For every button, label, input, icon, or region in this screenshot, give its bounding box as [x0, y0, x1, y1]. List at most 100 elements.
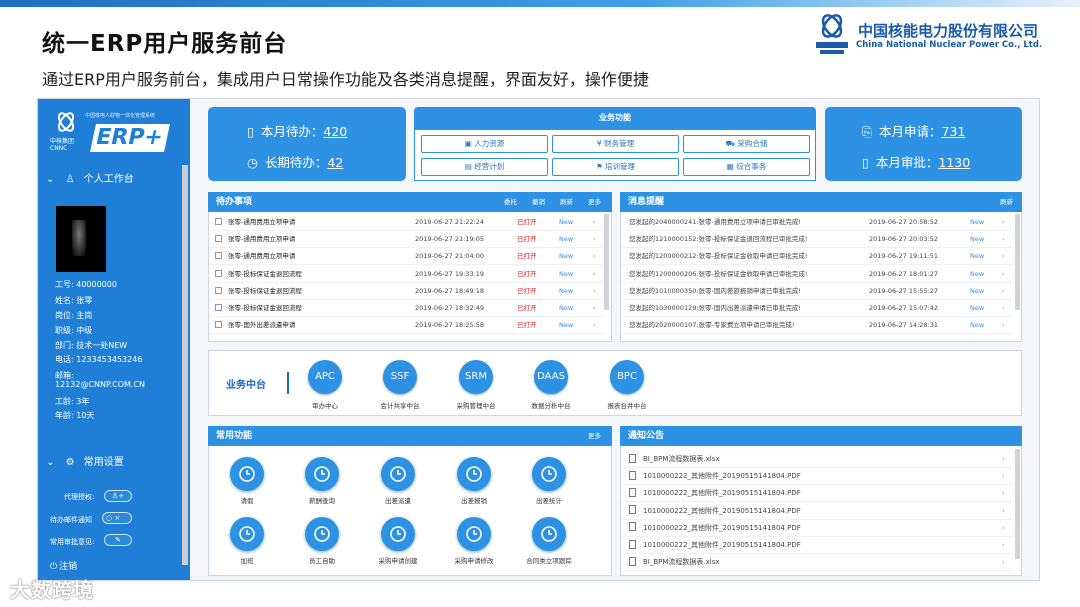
- chevron-right-icon[interactable]: ›: [1002, 317, 1005, 334]
- todo-row-checkbox[interactable]: [215, 304, 222, 311]
- report-icon[interactable]: [532, 457, 566, 491]
- message-row-text[interactable]: 您发起的2040000241:张零-通用费用立项申请已审批完成!: [629, 214, 801, 231]
- common-function-label[interactable]: 出差报销: [439, 495, 509, 505]
- todo-row[interactable]: 张零-投标保证金退回流程 2019-06-27 18:32:49 已打开 New ›: [209, 300, 603, 317]
- chevron-right-icon[interactable]: ›: [593, 283, 596, 300]
- todo-row[interactable]: 张零-通用费用立项申请 2019-06-27 21:19:05 已打开 New ›: [209, 231, 603, 249]
- todo-row-name[interactable]: 张零-投标保证金退回流程: [228, 270, 302, 278]
- todo-scrollbar[interactable]: [604, 214, 609, 310]
- message-row[interactable]: 您发起的1010000350:张零-国内差旅报销申请已审批完成! 2019-06-…: [621, 283, 1013, 300]
- messages-scrollbar[interactable]: [1015, 214, 1020, 310]
- delegate-button[interactable]: ♙+: [104, 490, 132, 502]
- long-todo-count[interactable]: 42: [327, 155, 343, 170]
- briefcase-icon[interactable]: [381, 457, 415, 491]
- common-function-label[interactable]: 合同类立项跟踪: [514, 555, 584, 565]
- todo-row-checkbox[interactable]: [215, 235, 222, 243]
- todo-refresh-button[interactable]: 刷新: [560, 192, 573, 212]
- platform-bpc-button[interactable]: BPC: [610, 360, 644, 394]
- salary-search-icon[interactable]: [305, 457, 339, 491]
- month-todo-stat[interactable]: ▯ 本月待办：420: [247, 121, 347, 140]
- common-more-button[interactable]: 更多: [588, 426, 601, 446]
- chevron-right-icon[interactable]: ›: [1002, 283, 1005, 300]
- approve-opinion-button[interactable]: ✎: [104, 534, 132, 546]
- message-row[interactable]: 您发起的1030000129:张零-国内出差派遣申请已审批完成! 2019-06-…: [621, 300, 1013, 317]
- chevron-right-icon[interactable]: ›: [1002, 485, 1005, 502]
- month-apply-count[interactable]: 731: [942, 124, 966, 139]
- platform-apc-button[interactable]: APC: [308, 360, 342, 394]
- chevron-right-icon[interactable]: ›: [593, 317, 596, 334]
- clock-icon[interactable]: [230, 457, 264, 491]
- message-row[interactable]: 您发起的2020000107:张零-专家费立项申请已审批完成! 2019-06-2…: [621, 317, 1013, 335]
- todo-revoke-button[interactable]: 撤销: [532, 192, 545, 212]
- month-approve-stat[interactable]: ▯ 本月审批：1130: [862, 152, 970, 171]
- biz-purchase-button[interactable]: ⛟ 采购合储: [683, 135, 810, 153]
- purchase-edit-icon[interactable]: [457, 517, 491, 551]
- message-row-text[interactable]: 您发起的2020000107:张零-专家费立项申请已审批完成!: [629, 317, 795, 334]
- biz-finance-button[interactable]: ¥ 财务管理: [552, 135, 679, 153]
- notice-row-filename[interactable]: 1010000222_其他附件_20190515141804.PDF: [643, 472, 801, 480]
- todo-delegate-button[interactable]: 委托: [504, 192, 517, 212]
- notice-row[interactable]: 1010000222_其他附件_20190515141804.PDF ›: [621, 520, 1013, 537]
- biz-training-button[interactable]: ⚑ 培训管理: [552, 158, 679, 176]
- plane-icon[interactable]: [457, 457, 491, 491]
- common-function-label[interactable]: 薪酬查询: [287, 495, 357, 505]
- notice-row-filename[interactable]: 1010000222_其他附件_20190515141804.PDF: [643, 489, 801, 497]
- month-todo-count[interactable]: 420: [323, 124, 347, 139]
- todo-row-checkbox[interactable]: [215, 269, 222, 277]
- todo-row[interactable]: 张零-通用费用立项申请 2019-06-27 21:04:00 已打开 New ›: [209, 248, 603, 266]
- biz-plan-button[interactable]: ▤ 经营计划: [421, 158, 548, 176]
- notice-row-filename[interactable]: 1010000222_其他附件_20190515141804.PDF: [643, 507, 801, 515]
- message-row[interactable]: 您发起的1200000206:张零-投标保证金收取申请已审批完成! 2019-06…: [621, 266, 1013, 283]
- notice-row-filename[interactable]: 1010000222_其他附件_20190515141804.PDF: [643, 541, 801, 549]
- self-service-icon[interactable]: [305, 517, 339, 551]
- month-approve-count[interactable]: 1130: [938, 155, 970, 170]
- notice-row[interactable]: 1010000222_其他附件_20190515141804.PDF ›: [621, 503, 1013, 520]
- logout-button[interactable]: ⏻ 注销: [50, 559, 77, 572]
- todo-row-name[interactable]: 张零-国外出差派遣申请: [228, 321, 295, 329]
- todo-more-button[interactable]: 更多: [588, 192, 601, 212]
- chevron-right-icon[interactable]: ›: [1002, 554, 1005, 571]
- common-function-label[interactable]: 员工自助: [287, 555, 357, 565]
- messages-refresh-button[interactable]: 刷新: [1000, 192, 1013, 212]
- sidebar-scrollbar[interactable]: [182, 165, 188, 565]
- todo-row-name[interactable]: 张零-通用费用立项申请: [228, 252, 295, 260]
- settings-menu[interactable]: ⌄ ⚙ 常用设置: [46, 453, 124, 468]
- contract-chart-icon[interactable]: [532, 517, 566, 551]
- notice-row-filename[interactable]: BI_BPM流程数据表.xlsx: [643, 455, 720, 463]
- common-function-label[interactable]: 出差派遣: [363, 495, 433, 505]
- long-todo-stat[interactable]: ◷ 长期待办：42: [247, 152, 343, 171]
- common-function-label[interactable]: 采购申请创建: [363, 555, 433, 565]
- biz-general-button[interactable]: ▦ 综合事务: [683, 158, 810, 176]
- message-row[interactable]: 您发起的1210000152:张零-投标保证金退回流程已审批完成! 2019-06…: [621, 231, 1013, 249]
- purchase-create-icon[interactable]: [381, 517, 415, 551]
- todo-row[interactable]: 张零-投标保证金退回流程 2019-06-27 18:49:18 已打开 New ›: [209, 283, 603, 300]
- todo-row-checkbox[interactable]: [215, 286, 222, 294]
- chevron-right-icon[interactable]: ›: [593, 300, 596, 317]
- message-row-text[interactable]: 您发起的1030000129:张零-国内出差派遣申请已审批完成!: [629, 300, 801, 317]
- notice-row[interactable]: 1010000222_其他附件_20190515141804.PDF ›: [621, 485, 1013, 503]
- workbench-menu[interactable]: ⌄ ♙ 个人工作台: [46, 170, 134, 185]
- chevron-right-icon[interactable]: ›: [1002, 537, 1005, 554]
- platform-daas-button[interactable]: DAAS: [534, 360, 568, 394]
- todo-row-checkbox[interactable]: [215, 321, 222, 329]
- chevron-right-icon[interactable]: ›: [1002, 503, 1005, 520]
- message-row-text[interactable]: 您发起的1210000152:张零-投标保证金退回流程已审批完成!: [629, 231, 808, 248]
- notice-row[interactable]: 1010000222_其他附件_20190515141804.PDF ›: [621, 537, 1013, 554]
- mail-notify-toggle[interactable]: ○ ×: [102, 512, 132, 524]
- overtime-clock-icon[interactable]: [230, 517, 264, 551]
- chevron-right-icon[interactable]: ›: [593, 214, 596, 231]
- message-row-text[interactable]: 您发起的1200000206:张零-投标保证金收取申请已审批完成!: [629, 266, 808, 283]
- chevron-right-icon[interactable]: ›: [1002, 214, 1005, 231]
- month-apply-stat[interactable]: ⎘ 本月申请：731: [862, 121, 965, 140]
- todo-row[interactable]: 张零-通用费用立项申请 2019-06-27 21:22:24 已打开 New ›: [209, 214, 603, 231]
- message-row-text[interactable]: 您发起的1010000350:张零-国内差旅报销申请已审批完成!: [629, 283, 801, 300]
- chevron-right-icon[interactable]: ›: [1002, 520, 1005, 537]
- chevron-right-icon[interactable]: ›: [593, 231, 596, 248]
- todo-row[interactable]: 张零-投标保证金退回流程 2019-06-27 19:33:19 已打开 New ›: [209, 266, 603, 283]
- notice-scrollbar[interactable]: [1015, 449, 1020, 559]
- notice-row[interactable]: BI_BPM流程数据表.xlsx ›: [621, 554, 1013, 572]
- todo-row-name[interactable]: 张零-通用费用立项申请: [228, 235, 295, 243]
- chevron-right-icon[interactable]: ›: [1002, 451, 1005, 468]
- common-function-label[interactable]: 加班: [212, 555, 282, 565]
- todo-row-checkbox[interactable]: [215, 252, 222, 260]
